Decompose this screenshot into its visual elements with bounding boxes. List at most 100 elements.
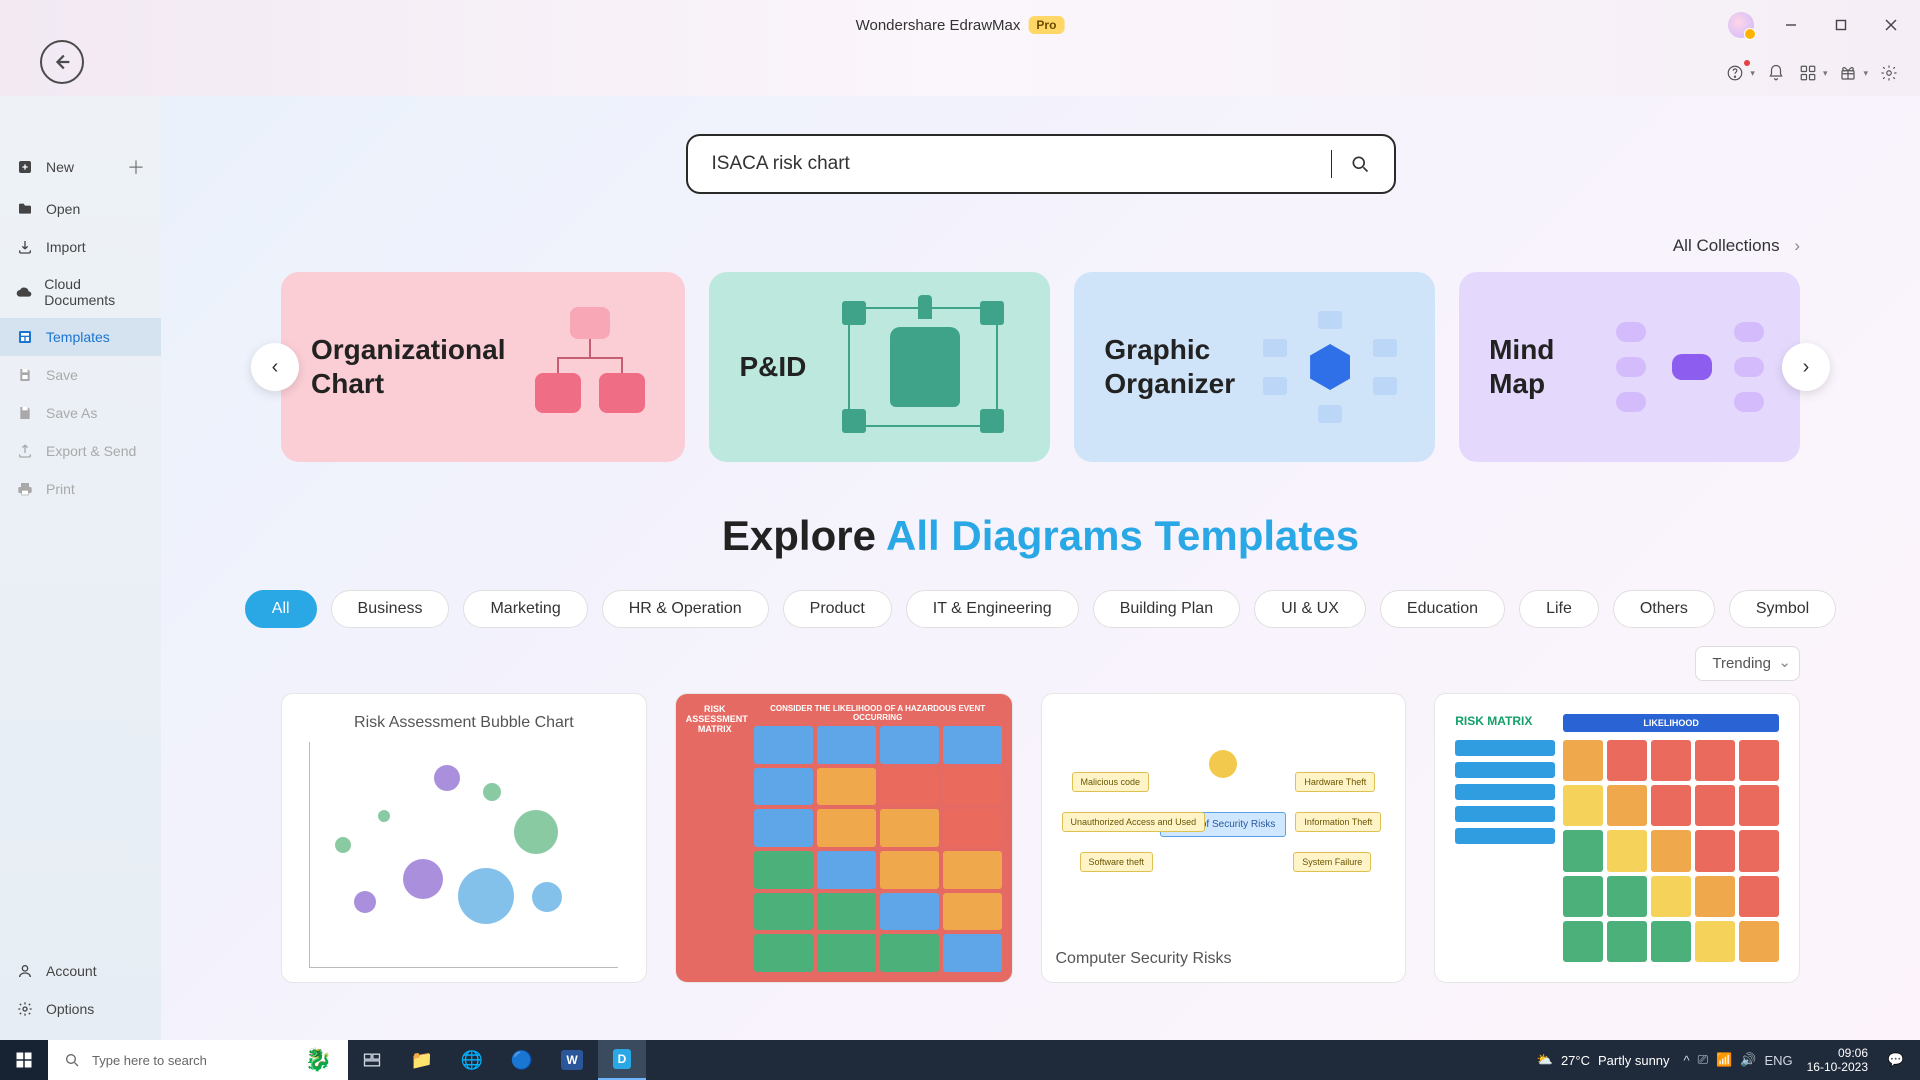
window-minimize-button[interactable] bbox=[1768, 9, 1814, 41]
sidebar-item-print: Print bbox=[0, 470, 161, 508]
category-card-graphic-organizer[interactable]: Graphic Organizer bbox=[1074, 272, 1435, 462]
windows-taskbar: Type here to search 🐉 📁 🌐 🔵 W D ⛅ 27°C P… bbox=[0, 1040, 1920, 1080]
sidebar-item-label: Export & Send bbox=[46, 443, 136, 459]
sort-dropdown[interactable]: Trending bbox=[1695, 646, 1800, 681]
template-card-risk-likelihood-matrix[interactable]: RISK MATRIX LIKELIHOOD bbox=[1434, 693, 1800, 983]
help-icon[interactable] bbox=[1724, 62, 1746, 84]
sidebar-item-new[interactable]: New ＋ bbox=[0, 144, 161, 190]
gear-icon bbox=[16, 1000, 34, 1018]
explore-heading: Explore All Diagrams Templates bbox=[241, 512, 1840, 560]
bubble-plot bbox=[309, 742, 618, 968]
print-icon bbox=[16, 480, 34, 498]
category-title: P&ID bbox=[739, 350, 806, 384]
template-card-risk-matrix[interactable]: RISK ASSESSMENT MATRIX CONSIDER THE LIKE… bbox=[675, 693, 1013, 983]
carousel-prev-button[interactable]: ‹ bbox=[251, 343, 299, 391]
chevron-right-icon: › bbox=[1794, 236, 1800, 255]
sidebar-item-label: Save As bbox=[46, 405, 97, 421]
language-indicator[interactable]: ENG bbox=[1764, 1053, 1792, 1068]
filter-chip-building-plan[interactable]: Building Plan bbox=[1093, 590, 1240, 628]
sidebar-item-options[interactable]: Options bbox=[0, 990, 161, 1028]
wifi-icon[interactable]: 📶 bbox=[1716, 1052, 1732, 1068]
filter-chip-ui-ux[interactable]: UI & UX bbox=[1254, 590, 1366, 628]
search-icon bbox=[64, 1052, 80, 1068]
template-label: Computer Security Risks bbox=[1056, 950, 1392, 968]
pid-illustration bbox=[826, 302, 1020, 432]
filter-chip-hr-operation[interactable]: HR & Operation bbox=[602, 590, 769, 628]
edge-icon[interactable]: 🌐 bbox=[448, 1040, 496, 1080]
user-avatar[interactable] bbox=[1728, 12, 1754, 38]
sidebar-item-export-send: Export & Send bbox=[0, 432, 161, 470]
sidebar-item-label: Account bbox=[46, 963, 97, 979]
shortcuts-icon[interactable] bbox=[1797, 62, 1819, 84]
settings-icon[interactable] bbox=[1878, 62, 1900, 84]
matrix-side-label: RISK ASSESSMENT MATRIX bbox=[686, 704, 744, 972]
search-box[interactable] bbox=[686, 134, 1396, 194]
filter-chip-marketing[interactable]: Marketing bbox=[463, 590, 587, 628]
category-title: Graphic Organizer bbox=[1104, 333, 1235, 400]
sidebar-item-save-as: Save As bbox=[0, 394, 161, 432]
carousel-next-button[interactable]: › bbox=[1782, 343, 1830, 391]
export-icon bbox=[16, 442, 34, 460]
sidebar: New ＋ Open Import Cloud Documents bbox=[0, 96, 161, 1040]
chrome-icon[interactable]: 🔵 bbox=[498, 1040, 546, 1080]
filter-chip-it-engineering[interactable]: IT & Engineering bbox=[906, 590, 1079, 628]
back-button[interactable] bbox=[40, 40, 84, 84]
filter-chip-others[interactable]: Others bbox=[1613, 590, 1715, 628]
edrawmax-taskbar-icon[interactable]: D bbox=[598, 1040, 646, 1080]
filter-chip-life[interactable]: Life bbox=[1519, 590, 1599, 628]
sidebar-item-label: Import bbox=[46, 239, 86, 255]
template-card-computer-security-risks[interactable]: Types of Security Risks Malicious code U… bbox=[1041, 693, 1407, 983]
filter-chip-product[interactable]: Product bbox=[783, 590, 892, 628]
search-input[interactable] bbox=[712, 153, 1313, 175]
sidebar-item-account[interactable]: Account bbox=[0, 952, 161, 990]
cloud-icon bbox=[16, 283, 32, 301]
window-close-button[interactable] bbox=[1868, 9, 1914, 41]
taskview-icon[interactable] bbox=[348, 1040, 396, 1080]
category-card-mind-map[interactable]: Mind Map bbox=[1459, 272, 1800, 462]
search-icon[interactable] bbox=[1350, 154, 1370, 174]
sidebar-item-open[interactable]: Open bbox=[0, 190, 161, 228]
system-tray[interactable]: ^ ⎚ 📶 🔊 ENG bbox=[1684, 1052, 1793, 1068]
cortana-icon: 🐉 bbox=[305, 1047, 332, 1073]
add-new-icon[interactable]: ＋ bbox=[127, 154, 145, 180]
file-explorer-icon[interactable]: 📁 bbox=[398, 1040, 446, 1080]
account-icon bbox=[16, 962, 34, 980]
import-icon bbox=[16, 238, 34, 256]
filter-chip-symbol[interactable]: Symbol bbox=[1729, 590, 1836, 628]
filter-chip-all[interactable]: All bbox=[245, 590, 317, 628]
sidebar-item-label: New bbox=[46, 159, 74, 175]
category-carousel: ‹ Organizational Chart P&ID Graphic Orga… bbox=[241, 272, 1840, 462]
mind-map-illustration bbox=[1610, 302, 1770, 432]
category-title: Organizational Chart bbox=[311, 333, 505, 400]
graphic-organizer-illustration bbox=[1255, 302, 1405, 432]
main-content: All Collections › ‹ Organizational Chart… bbox=[161, 96, 1920, 1040]
onedrive-icon[interactable]: ⎚ bbox=[1698, 1052, 1708, 1068]
save-as-icon bbox=[16, 404, 34, 422]
plus-square-icon bbox=[16, 158, 34, 176]
taskbar-search[interactable]: Type here to search 🐉 bbox=[48, 1040, 348, 1080]
sidebar-item-cloud-documents[interactable]: Cloud Documents bbox=[0, 266, 161, 318]
filter-chips: All Business Marketing HR & Operation Produc… bbox=[241, 590, 1840, 628]
all-collections-link[interactable]: All Collections › bbox=[241, 236, 1800, 256]
word-icon[interactable]: W bbox=[548, 1040, 596, 1080]
action-center-icon[interactable]: 💬 bbox=[1882, 1052, 1910, 1068]
window-maximize-button[interactable] bbox=[1818, 9, 1864, 41]
text-cursor bbox=[1331, 150, 1332, 178]
templates-grid: Risk Assessment Bubble Chart bbox=[241, 693, 1840, 983]
sidebar-item-import[interactable]: Import bbox=[0, 228, 161, 266]
start-button[interactable] bbox=[0, 1040, 48, 1080]
templates-icon bbox=[16, 328, 34, 346]
volume-icon[interactable]: 🔊 bbox=[1740, 1052, 1756, 1068]
save-icon bbox=[16, 366, 34, 384]
notifications-icon[interactable] bbox=[1765, 62, 1787, 84]
filter-chip-education[interactable]: Education bbox=[1380, 590, 1505, 628]
category-card-pid[interactable]: P&ID bbox=[709, 272, 1050, 462]
taskbar-clock[interactable]: 09:06 16-10-2023 bbox=[1807, 1046, 1868, 1075]
filter-chip-business[interactable]: Business bbox=[331, 590, 450, 628]
weather-widget[interactable]: ⛅ 27°C Partly sunny bbox=[1537, 1052, 1670, 1068]
sidebar-item-templates[interactable]: Templates bbox=[0, 318, 161, 356]
category-card-organizational-chart[interactable]: Organizational Chart bbox=[281, 272, 685, 462]
chevron-up-icon[interactable]: ^ bbox=[1684, 1053, 1690, 1068]
template-card-risk-bubble[interactable]: Risk Assessment Bubble Chart bbox=[281, 693, 647, 983]
gift-icon[interactable] bbox=[1837, 62, 1859, 84]
